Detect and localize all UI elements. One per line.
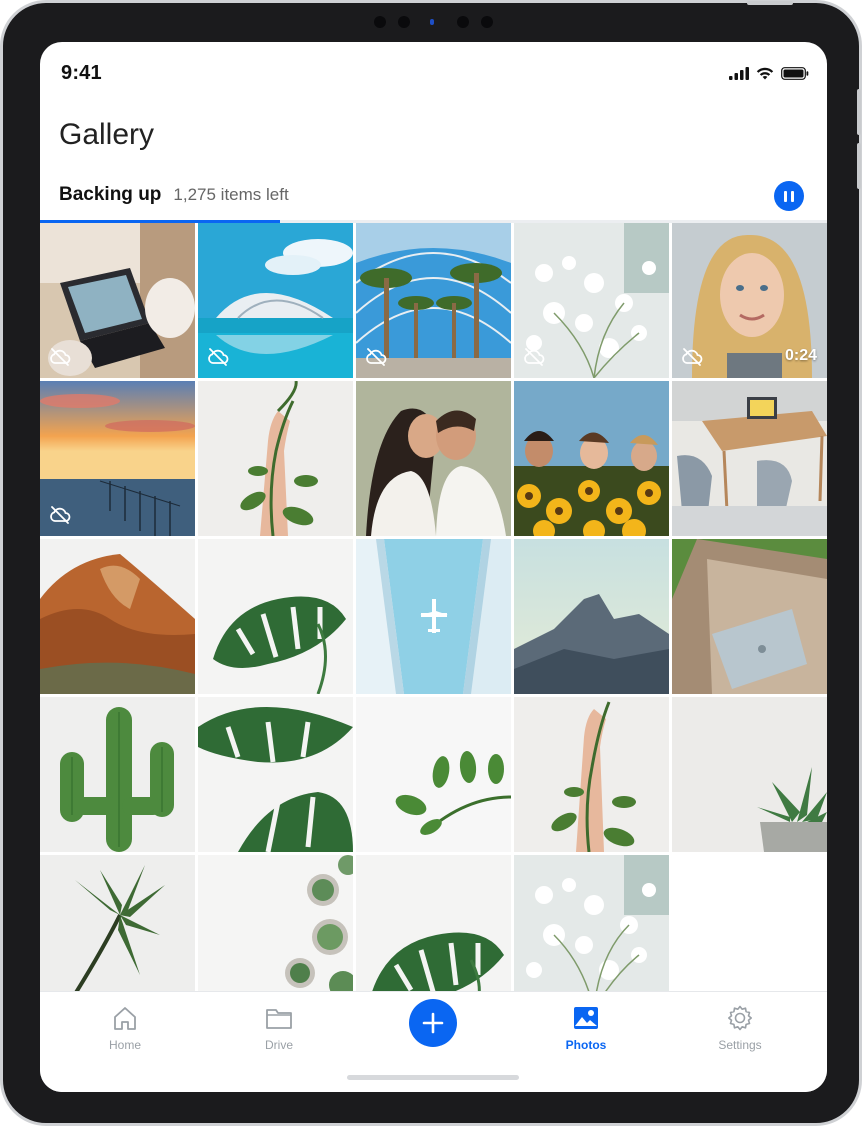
battery-icon: [781, 66, 809, 80]
photo-tile[interactable]: [514, 381, 669, 536]
page-title: Gallery: [59, 118, 155, 151]
photo-tile[interactable]: [40, 855, 195, 991]
cloud-off-icon: [50, 506, 71, 524]
photo-tile[interactable]: [40, 223, 195, 378]
photo-tile[interactable]: [672, 697, 827, 852]
camera-lens: [430, 19, 434, 25]
pause-backup-button[interactable]: [774, 181, 804, 211]
pause-icon: [784, 190, 787, 202]
add-button[interactable]: [409, 999, 457, 1047]
tab-label: Drive: [264, 1038, 293, 1052]
cloud-off-icon: [208, 348, 229, 366]
palm-leaf-photo: [40, 855, 195, 991]
photo-tile[interactable]: [198, 539, 353, 694]
cloud-off-icon: [682, 348, 703, 366]
photo-tile[interactable]: [356, 855, 511, 991]
cloud-off-icon: [524, 348, 545, 366]
leaf-sprig-photo: [356, 697, 511, 852]
video-duration: 0:24: [784, 347, 817, 364]
photo-tile[interactable]: [40, 381, 195, 536]
photo-grid: 0:24: [40, 223, 827, 991]
couple-photo: [356, 381, 511, 536]
tab-home[interactable]: Home: [65, 992, 185, 1062]
cloud-off-icon: [366, 348, 387, 366]
home-indicator: [347, 1075, 519, 1080]
backup-label: Backing up: [59, 184, 162, 205]
photo-tile[interactable]: [356, 223, 511, 378]
photo-tile[interactable]: 0:24: [672, 223, 827, 378]
top-button: [747, 1, 793, 5]
wifi-icon: [756, 67, 774, 79]
volume-down-button: [857, 143, 861, 189]
succulent-pot-photo: [672, 697, 827, 852]
sensor-dot: [398, 16, 410, 28]
photo-tile[interactable]: [40, 697, 195, 852]
photo-tile[interactable]: [356, 381, 511, 536]
hand-holding-plant-photo: [198, 381, 353, 536]
tab-photos[interactable]: Photos: [526, 992, 646, 1062]
photos-icon: [574, 1007, 598, 1029]
gear-icon: [728, 1005, 752, 1031]
monstera-leaves-photo: [198, 697, 353, 852]
photo-tile[interactable]: [40, 539, 195, 694]
cactus-photo: [40, 697, 195, 852]
photo-tile[interactable]: [514, 539, 669, 694]
photo-tile[interactable]: [356, 539, 511, 694]
succulents-topview-photo: [198, 855, 353, 991]
status-bar: 9:41: [40, 42, 827, 102]
sensor-dot: [457, 16, 469, 28]
tab-label: Settings: [718, 1038, 762, 1052]
cellular-signal-icon: [729, 66, 749, 80]
dining-table-photo: [672, 381, 827, 536]
friends-sunflowers-photo: [514, 381, 669, 536]
app-screen: 9:41 Gallery Backing up 1,275 items left…: [40, 42, 827, 1092]
photo-tile[interactable]: [672, 539, 827, 694]
tab-label: Photos: [565, 1038, 607, 1052]
tab-settings[interactable]: Settings: [680, 992, 800, 1062]
backup-status: Backing up 1,275 items left: [59, 184, 289, 208]
photo-tile[interactable]: [198, 855, 353, 991]
sensor-dot: [374, 16, 386, 28]
cloud-off-icon: [50, 348, 71, 366]
white-flowers-photo: [514, 855, 669, 991]
airplane-buildings-photo: [356, 539, 511, 694]
monstera-leaf-photo: [356, 855, 511, 991]
mountain-peak-photo: [514, 539, 669, 694]
photo-tile[interactable]: [514, 697, 669, 852]
hand-holding-plant-photo: [514, 697, 669, 852]
photo-tile[interactable]: [514, 223, 669, 378]
photo-tile[interactable]: [198, 697, 353, 852]
photo-tile[interactable]: [672, 381, 827, 536]
tab-drive[interactable]: Drive: [219, 992, 339, 1062]
photo-tile[interactable]: [198, 381, 353, 536]
laptop-ledge-photo: [672, 539, 827, 694]
photo-tile[interactable]: [356, 697, 511, 852]
tab-label: Home: [108, 1038, 141, 1052]
volume-up-button: [857, 89, 861, 135]
pause-icon: [791, 190, 794, 202]
status-time: 9:41: [61, 62, 102, 84]
photo-tile[interactable]: [514, 855, 669, 991]
red-rock-cliff-photo: [40, 539, 195, 694]
home-icon: [114, 1007, 136, 1030]
photo-tile[interactable]: [198, 223, 353, 378]
tablet-device-frame: 9:41 Gallery Backing up 1,275 items left…: [0, 0, 862, 1126]
sensor-dot: [481, 16, 493, 28]
folder-icon: [266, 1009, 292, 1029]
backup-items-left: 1,275 items left: [173, 185, 289, 204]
monstera-leaf-photo: [198, 539, 353, 694]
status-icons: [729, 64, 809, 82]
plus-icon: [422, 1012, 444, 1034]
camera-housing: [371, 13, 496, 31]
